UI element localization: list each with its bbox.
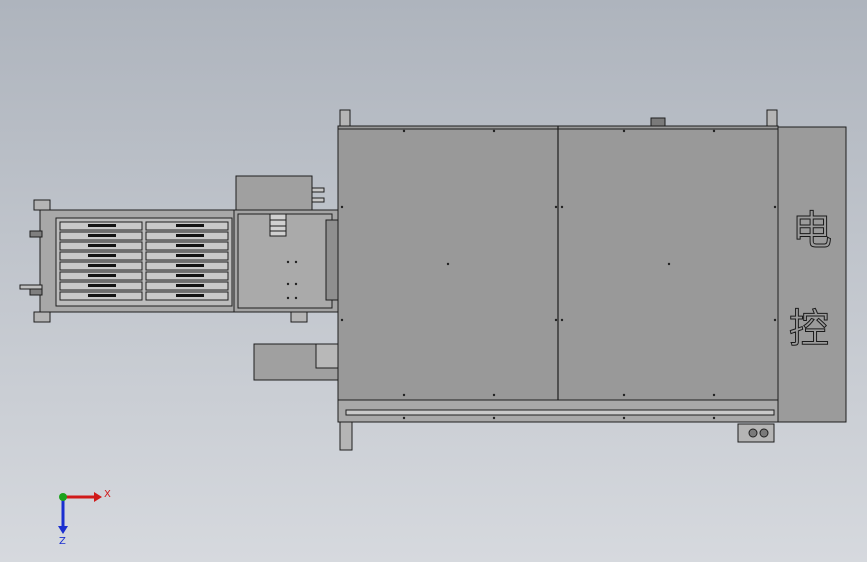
motor-box[interactable] — [253, 343, 339, 381]
main-chamber[interactable] — [337, 109, 779, 451]
y-axis-indicator — [59, 493, 67, 501]
handle-left-bottom — [29, 288, 43, 296]
cabinet-panel — [777, 126, 847, 423]
tray-bracket-top — [33, 199, 51, 211]
transfer-clamp — [269, 213, 287, 237]
loading-tray[interactable] — [19, 199, 235, 323]
cad-drawing[interactable]: 电 控 X Z — [0, 0, 867, 562]
transfer-right-guide — [325, 219, 339, 301]
cabinet-label-char-2: 控 — [789, 306, 829, 352]
side-pin-2 — [311, 197, 325, 203]
cad-graphics-viewport[interactable]: 电 控 X Z — [0, 0, 867, 562]
plug-socket-1 — [748, 428, 758, 438]
side-pin-1 — [311, 187, 325, 193]
handle-left-top — [29, 230, 43, 238]
transfer-bracket-bottom — [290, 311, 308, 323]
bottom-rail-strip — [345, 409, 775, 416]
transfer-module[interactable] — [231, 175, 339, 323]
tray-bracket-bottom — [33, 311, 51, 323]
z-axis-label: Z — [59, 536, 66, 547]
mounting-bracket-right — [766, 109, 778, 127]
transfer-top-box — [235, 175, 313, 213]
electrical-cabinet[interactable]: 电 控 — [777, 126, 847, 423]
motor-box-end — [315, 343, 339, 369]
cabinet-label-char-1: 电 — [792, 208, 832, 254]
foot-left — [339, 421, 353, 451]
plug-socket-2 — [759, 428, 769, 438]
feed-rod — [19, 284, 43, 290]
x-axis-label: X — [104, 489, 111, 500]
mounting-bracket-left — [339, 109, 351, 127]
